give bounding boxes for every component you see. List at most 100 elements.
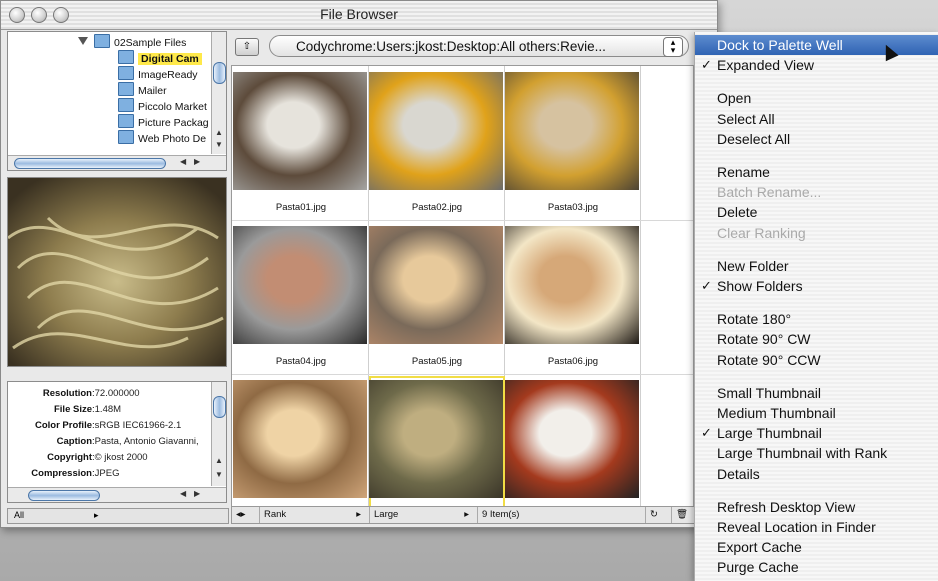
menu-item[interactable]: Rotate 180° [695,309,938,329]
title-bar[interactable]: File Browser [1,1,717,30]
item-count: 9 Item(s) [478,507,646,523]
thumbnail-size-popup[interactable]: Large ▸ [370,507,478,523]
scroll-right-arrow[interactable]: ▶ [194,489,200,498]
metadata-row: Color Profile:sRGB IEC61966-2.1 [8,420,181,435]
split-handle-icon[interactable]: ◂▸ [232,507,260,523]
scroll-up-arrow[interactable]: ▲ [215,456,223,465]
menu-item[interactable]: Dock to Palette Well [695,35,938,55]
thumbnail-cell[interactable]: Pasta04.jpg [233,222,369,376]
menu-item-label: Deselect All [717,130,791,147]
menu-item[interactable]: Export Cache [695,537,938,557]
folder-item[interactable]: Digital Cam [118,50,202,66]
menu-item[interactable]: Small Thumbnail [695,383,938,403]
thumbnail-size-label: Large [374,509,399,520]
thumbnail-image[interactable] [505,72,639,190]
path-popup-arrows-icon[interactable]: ▴ ▾ [663,37,683,57]
menu-item[interactable]: Rename [695,162,938,182]
thumbnail-grid: Pasta01.jpg Pasta02.jpg Pasta03.jpg Pasta04… [231,65,695,507]
metadata-value: 1.48M [94,404,122,415]
menu-item[interactable]: Select All [695,109,938,129]
thumbnail-image[interactable] [369,226,503,344]
menu-item[interactable]: Open [695,88,938,108]
menu-item-label: Large Thumbnail with Rank [717,445,888,462]
folder-tree-vscroll[interactable]: ▲ ▼ [211,32,226,154]
folder-label: Digital Cam [138,53,202,65]
scroll-down-arrow[interactable]: ▼ [215,140,223,149]
thumbnail-cell[interactable]: Pasta06.jpg [505,222,641,376]
menu-item-label: Batch Rename... [717,184,822,201]
thumbnail-image[interactable] [233,72,367,190]
rotate-icon[interactable]: ↻ [646,507,672,523]
menu-item[interactable]: Rotate 90° CCW [695,350,938,370]
metadata-row: File Size:1.48M [8,404,121,419]
menu-item[interactable]: Deselect All [695,129,938,149]
menu-item[interactable]: ✓ Expanded View [695,55,938,75]
menu-item[interactable]: ✓ Large Thumbnail [695,423,938,443]
scroll-thumb[interactable] [213,62,226,84]
scroll-up-arrow[interactable]: ▲ [215,128,223,137]
thumbnail-cell[interactable] [505,376,641,506]
scroll-left-arrow[interactable]: ◀ [180,489,186,498]
folder-icon [118,98,134,112]
thumbnail-cell[interactable]: Pasta02.jpg [369,68,505,222]
scroll-thumb[interactable] [28,490,100,501]
sort-popup[interactable]: Rank ▸ [260,507,370,523]
scroll-thumb[interactable] [213,396,226,418]
menu-item[interactable]: Purge Cache [695,557,938,577]
menu-item-label: Purge Cache [717,559,799,576]
thumbnail-image[interactable] [369,72,503,190]
metadata-key: Color Profile [34,420,92,431]
menu-item[interactable]: Details [695,464,938,484]
folder-item[interactable]: Picture Packag [118,114,209,130]
folder-item[interactable]: ImageReady [118,66,198,82]
metadata-vscroll[interactable]: ▲ ▼ [211,382,226,486]
path-popup[interactable]: Codychrome:Users:jkost:Desktop:All other… [269,35,689,57]
menu-item-label: Small Thumbnail [717,384,822,401]
menu-item-label: Select All [717,110,775,127]
left-footer-popup[interactable]: All ▸ [7,508,229,524]
menu-item[interactable]: Medium Thumbnail [695,403,938,423]
trash-icon[interactable]: 🗑 [672,507,694,523]
menu-item-label: Medium Thumbnail [717,405,836,421]
thumbnail-caption: Pasta05.jpg [411,356,463,367]
menu-item[interactable]: Delete [695,202,938,222]
menu-item[interactable]: Rotate 90° CW [695,329,938,349]
menu-item-label: Open [717,90,752,107]
palette-menu: Dock to Palette Well ✓ Expanded View Open Se… [694,32,938,581]
thumbnail-image[interactable] [233,226,367,344]
sort-label: Rank [264,509,287,520]
thumbnail-image[interactable] [505,226,639,344]
up-folder-button[interactable]: ⇧ [235,38,259,56]
menu-item[interactable]: Refresh Desktop View [695,497,938,517]
metadata-value: © jkost 2000 [94,452,148,463]
menu-item-label: Large Thumbnail [717,425,822,442]
disclosure-triangle-icon[interactable] [78,37,88,45]
scroll-right-arrow[interactable]: ▶ [194,157,200,166]
folder-label: Web Photo De [138,133,207,145]
folder-item[interactable]: 02Sample Files [78,34,186,50]
thumbnail-cell[interactable]: Pasta05.jpg [369,222,505,376]
thumbnail-cell[interactable] [233,376,369,506]
scroll-down-arrow[interactable]: ▼ [215,470,223,479]
menu-item-label: Expanded View [717,57,815,74]
metadata-hscroll[interactable]: ◀ ▶ [8,487,226,502]
folder-item[interactable]: Web Photo De [118,130,206,146]
thumbnail-cell[interactable]: Pasta01.jpg [233,68,369,222]
menu-item[interactable]: New Folder [695,256,938,276]
thumbnail-cell[interactable]: Pasta03.jpg [505,68,641,222]
metadata-key: Resolution [42,388,92,399]
menu-item-label: Rename [717,164,770,180]
menu-item[interactable]: Large Thumbnail with Rank [695,443,938,463]
preview-photo [8,178,226,366]
thumbnail-image[interactable] [505,380,639,498]
menu-item[interactable]: ✓ Show Folders [695,276,938,296]
thumbnail-image[interactable] [369,380,503,498]
thumbnail-cell[interactable] [369,376,505,506]
thumbnail-image[interactable] [233,380,367,498]
folder-item[interactable]: Piccolo Market [118,98,207,114]
scroll-thumb[interactable] [14,158,166,169]
folder-tree-hscroll[interactable]: ◀ ▶ [8,155,226,170]
menu-item[interactable]: Reveal Location in Finder [695,517,938,537]
scroll-left-arrow[interactable]: ◀ [180,157,186,166]
folder-item[interactable]: Mailer [118,82,167,98]
